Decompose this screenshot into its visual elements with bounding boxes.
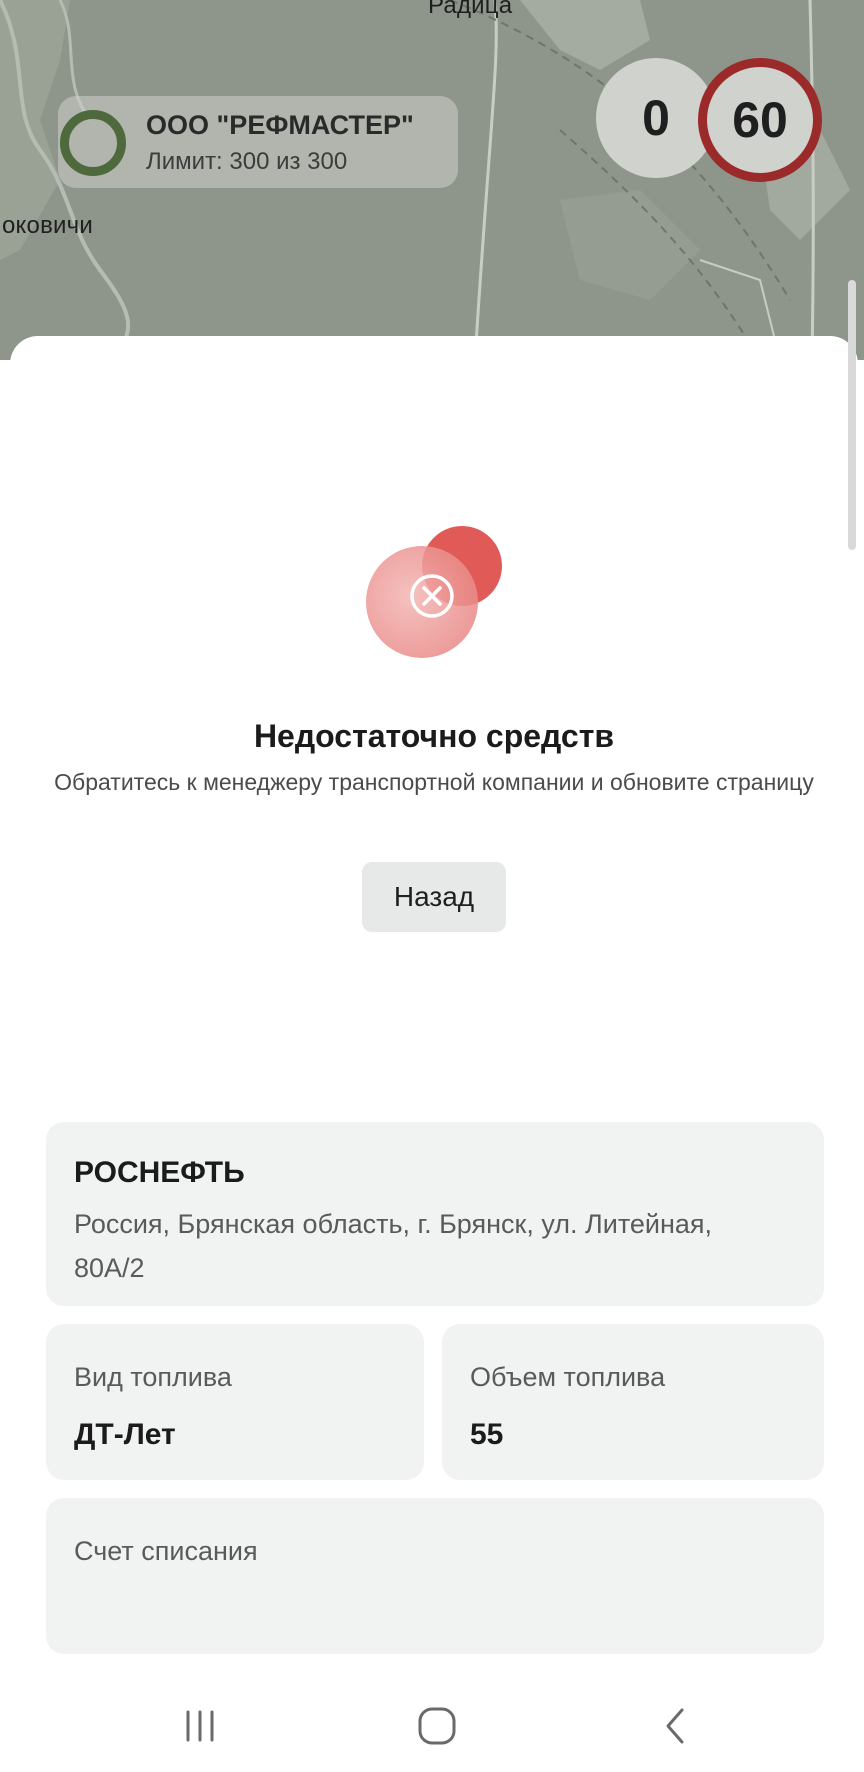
home-button[interactable] [377, 1680, 497, 1772]
limit-status-ring [60, 110, 126, 176]
station-name: РОСНЕФТЬ [74, 1156, 245, 1189]
error-title: Недостаточно средств [253, 718, 615, 754]
system-nav-bar [0, 1680, 864, 1772]
fuel-type-card: Вид топлива ДТ-Лет [46, 1324, 424, 1480]
back-icon [666, 1708, 684, 1744]
recents-button[interactable] [140, 1680, 260, 1772]
company-limit-text: Лимит: 300 из 300 [146, 148, 348, 175]
error-message: Обратитесь к менеджеру транспортной комп… [54, 769, 814, 795]
map-place-label: оковичи [2, 212, 93, 239]
close-circle-icon [366, 526, 516, 676]
debit-account-field[interactable]: Счет списания [46, 1498, 824, 1654]
scrollbar[interactable] [848, 280, 856, 550]
station-card: РОСНЕФТЬ Россия, Брянская область, г. Бр… [46, 1122, 824, 1306]
fuel-volume-value: 55 [470, 1418, 504, 1451]
bottom-sheet: Недостаточно средств Обратитесь к менедж… [10, 336, 858, 1772]
back-button[interactable]: Назад [362, 862, 506, 932]
back-nav-button[interactable] [616, 1680, 736, 1772]
app-screen: Радица оковичи ООО "РЕФМАСТЕР" Лимит: 30… [0, 0, 864, 1772]
recents-icon [186, 1710, 214, 1742]
company-limit-chip[interactable]: ООО "РЕФМАСТЕР" Лимит: 300 из 300 [58, 96, 458, 188]
station-address: Россия, Брянская область, г. Брянск, ул.… [74, 1209, 713, 1283]
fuel-volume-card: Объем топлива 55 [442, 1324, 824, 1480]
debit-account-label: Счет списания [74, 1536, 258, 1566]
home-icon [418, 1707, 456, 1745]
fuel-volume-label: Объем топлива [470, 1362, 666, 1392]
map-place-label: Радица [428, 0, 513, 19]
fuel-type-value: ДТ-Лет [74, 1418, 176, 1451]
company-name: ООО "РЕФМАСТЕР" [146, 110, 414, 140]
map-view[interactable]: Радица оковичи ООО "РЕФМАСТЕР" Лимит: 30… [0, 0, 864, 360]
speed-limit-sign: 60 [698, 58, 822, 182]
fuel-type-label: Вид топлива [74, 1362, 232, 1392]
